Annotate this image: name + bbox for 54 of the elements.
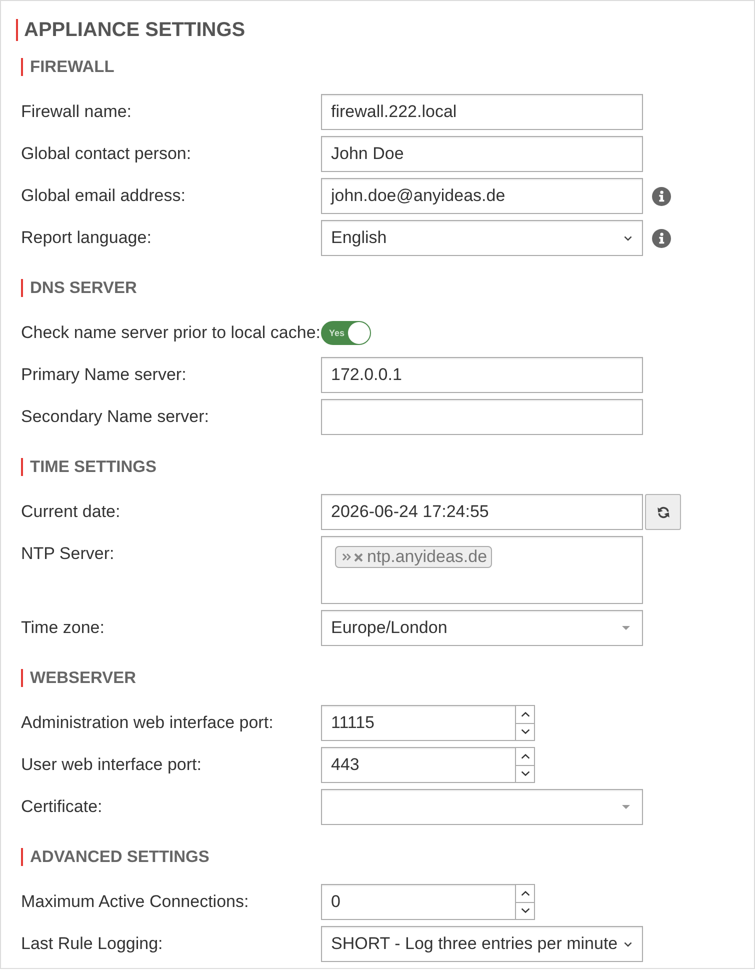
field-label: User web interface port:	[21, 755, 202, 775]
field-label: Administration web interface port:	[21, 713, 274, 733]
dropdown[interactable]: English	[321, 220, 643, 256]
chevron-down-icon	[520, 771, 530, 776]
double-chevron-icon[interactable]	[342, 553, 351, 561]
field-label: Certificate:	[21, 797, 104, 817]
section-heading: WEBSERVER	[21, 669, 136, 687]
dropdown[interactable]: SHORT - Log three entries per minute	[321, 926, 643, 962]
field-label: Global contact person:	[21, 144, 192, 164]
info-icon[interactable]	[652, 186, 671, 206]
caret-down-icon	[622, 805, 630, 809]
page-title: APPLIANCE SETTINGS	[16, 19, 246, 41]
chevron-up-icon	[520, 890, 530, 896]
text-field[interactable]	[321, 399, 643, 435]
field-label: Time zone:	[21, 618, 106, 638]
section-heading: DNS SERVER	[21, 279, 137, 297]
info-icon[interactable]	[652, 228, 671, 248]
chevron-up-icon	[520, 712, 530, 717]
text-field[interactable]: firewall.222.local	[321, 94, 643, 130]
refresh-button[interactable]	[645, 494, 681, 530]
number-field[interactable]: 11115	[321, 705, 535, 741]
text-field[interactable]: john.doe@anyideas.de	[321, 178, 643, 214]
tag-field[interactable]: ntp.anyideas.de	[321, 536, 643, 604]
field-label: Current date:	[21, 502, 122, 522]
section-heading: ADVANCED SETTINGS	[21, 848, 210, 866]
tag-chip[interactable]: ntp.anyideas.de	[335, 546, 492, 568]
field-label: Primary Name server:	[21, 365, 188, 385]
spin-up-button[interactable]	[516, 706, 534, 724]
field-label: NTP Server:	[21, 543, 116, 564]
chevron-down-icon	[520, 729, 530, 734]
text-field[interactable]: John Doe	[321, 136, 643, 172]
chevron-down-icon	[624, 942, 632, 946]
number-field[interactable]: 443	[321, 747, 535, 783]
spin-up-button[interactable]	[516, 885, 534, 902]
field-label: Check name server prior to local cache:	[21, 323, 321, 343]
number-field[interactable]: 0	[321, 884, 535, 920]
field-label: Report language:	[21, 228, 152, 248]
field-label: Global email address:	[21, 186, 186, 206]
section-heading: TIME SETTINGS	[21, 458, 157, 476]
date-field[interactable]: 2026-06-24 17:24:55	[321, 494, 643, 530]
dropdown[interactable]: Europe/London	[321, 610, 643, 646]
refresh-icon	[656, 506, 670, 518]
field-label: Maximum Active Connections:	[21, 892, 250, 912]
field-label: Secondary Name server:	[21, 407, 210, 427]
field-label: Last Rule Logging:	[21, 934, 164, 954]
field-label: Firewall name:	[21, 102, 133, 122]
chevron-up-icon	[520, 754, 530, 759]
section-heading: FIREWALL	[21, 58, 114, 76]
caret-down-icon	[622, 626, 630, 630]
close-icon[interactable]	[354, 552, 363, 562]
spin-up-button[interactable]	[516, 748, 534, 766]
chevron-down-icon	[520, 908, 530, 914]
chevron-down-icon	[624, 236, 632, 240]
text-field[interactable]: 172.0.0.1	[321, 357, 643, 393]
